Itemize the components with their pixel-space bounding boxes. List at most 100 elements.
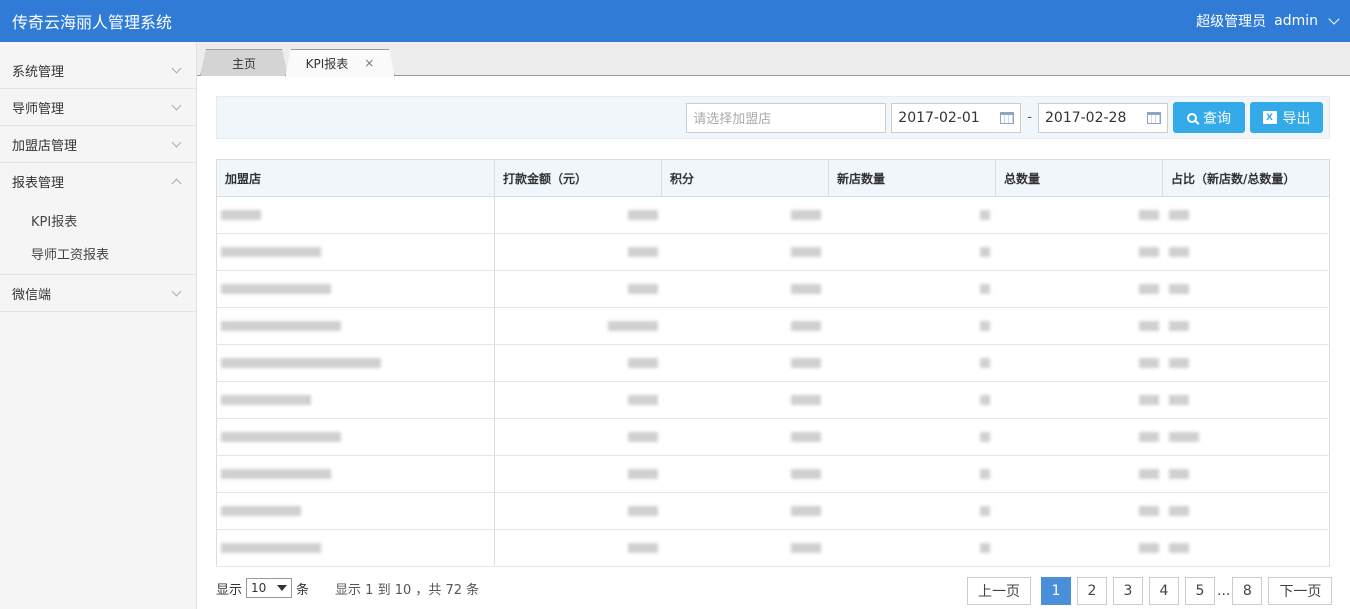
table-cell — [216, 455, 495, 493]
obscured-value — [979, 469, 990, 479]
start-date-input[interactable]: 2017-02-01 — [891, 102, 1022, 133]
obscured-value — [1168, 358, 1189, 368]
col-header-total[interactable]: 总数量 — [995, 159, 1163, 197]
table-cell — [1162, 233, 1330, 271]
col-header-ratio[interactable]: 占比（新店数/总数量） — [1162, 159, 1330, 197]
obscured-value — [627, 358, 658, 368]
obscured-value — [627, 506, 658, 516]
sidebar-item-reports[interactable]: 报表管理 — [0, 163, 196, 200]
tab-kpi-report[interactable]: KPI报表 × — [285, 49, 395, 77]
col-header-amount[interactable]: 打款金额（元） — [494, 159, 662, 197]
table-cell — [828, 270, 996, 308]
page-button-5[interactable]: 5 — [1185, 577, 1215, 605]
page-button-2[interactable]: 2 — [1077, 577, 1107, 605]
obscured-value — [1138, 284, 1159, 294]
table-cell — [828, 418, 996, 456]
top-header: 传奇云海丽人管理系统 超级管理员 admin — [0, 0, 1350, 42]
obscured-value — [627, 284, 658, 294]
table-row — [216, 270, 1330, 308]
app-title: 传奇云海丽人管理系统 — [12, 13, 173, 32]
query-button[interactable]: 查询 — [1173, 102, 1245, 133]
table-cell — [661, 307, 829, 345]
page-button-4[interactable]: 4 — [1149, 577, 1179, 605]
tab-home[interactable]: 主页 — [200, 49, 288, 76]
page-size-select[interactable]: 10 — [246, 578, 293, 598]
table-row — [216, 307, 1330, 345]
query-label: 查询 — [1203, 110, 1231, 127]
table-cell — [216, 492, 495, 530]
col-header-new-shops[interactable]: 新店数量 — [828, 159, 996, 197]
obscured-value — [979, 321, 990, 331]
next-page-button[interactable]: 下一页 — [1268, 577, 1333, 605]
main-content: 主页 KPI报表 × 请选择加盟店 2017-02-01 - 2017-02-2… — [197, 42, 1350, 609]
page-button-3[interactable]: 3 — [1113, 577, 1143, 605]
obscured-value — [627, 247, 658, 257]
obscured-value — [1138, 321, 1159, 331]
table-cell — [828, 344, 996, 382]
table-cell — [494, 233, 662, 271]
obscured-value — [979, 358, 990, 368]
obscured-value — [221, 210, 261, 220]
tab-bar: 主页 KPI报表 × — [197, 42, 1350, 76]
table-cell — [216, 196, 495, 234]
table-cell — [661, 492, 829, 530]
obscured-value — [221, 395, 311, 405]
obscured-value — [627, 395, 658, 405]
obscured-value — [627, 543, 658, 553]
end-date-value: 2017-02-28 — [1045, 109, 1127, 126]
sidebar-item-mentor[interactable]: 导师管理 — [0, 89, 196, 126]
pagination: 上一页 1 2 3 4 5 ... 8 下一页 — [967, 577, 1333, 605]
reports-submenu: KPI报表 导师工资报表 — [0, 200, 196, 275]
sidebar-subitem-kpi-report[interactable]: KPI报表 — [0, 204, 196, 237]
close-icon[interactable]: × — [364, 56, 374, 70]
chevron-down-icon — [171, 100, 182, 110]
table-cell — [828, 196, 996, 234]
obscured-value — [1138, 210, 1159, 220]
col-header-shop[interactable]: 加盟店 — [216, 159, 495, 197]
calendar-icon[interactable] — [1000, 111, 1015, 124]
calendar-icon[interactable] — [1147, 111, 1161, 124]
obscured-value — [627, 432, 658, 442]
table-cell — [661, 381, 829, 419]
table-cell — [216, 381, 495, 419]
obscured-value — [221, 358, 381, 368]
table-cell — [828, 492, 996, 530]
page-button-1[interactable]: 1 — [1041, 577, 1071, 605]
obscured-value — [221, 432, 341, 442]
table-cell — [828, 233, 996, 271]
sidebar-subitem-mentor-salary-report[interactable]: 导师工资报表 — [0, 237, 196, 270]
user-menu[interactable]: 超级管理员 admin — [1196, 11, 1340, 31]
page-button-last[interactable]: 8 — [1232, 577, 1263, 605]
table-cell — [995, 529, 1163, 567]
dropdown-arrow-icon — [277, 585, 288, 591]
sidebar-item-system[interactable]: 系统管理 — [0, 42, 196, 89]
table-cell — [216, 233, 495, 271]
sidebar-item-wechat[interactable]: 微信端 — [0, 275, 196, 312]
obscured-value — [1168, 395, 1189, 405]
obscured-value — [790, 506, 821, 516]
shop-select-input[interactable]: 请选择加盟店 — [686, 102, 887, 133]
obscured-value — [790, 432, 821, 442]
table-row — [216, 529, 1330, 567]
table-cell — [828, 381, 996, 419]
chevron-down-icon — [171, 286, 182, 296]
table-header-row: 加盟店 打款金额（元） 积分 新店数量 总数量 占比（新店数/总数量） — [216, 159, 1330, 197]
obscured-value — [790, 284, 821, 294]
page-size-value: 10 — [251, 581, 267, 595]
table-cell — [661, 344, 829, 382]
obscured-value — [1168, 543, 1189, 553]
obscured-value — [1168, 506, 1189, 516]
obscured-value — [1168, 469, 1189, 479]
unit-label: 条 — [296, 582, 310, 598]
end-date-input[interactable]: 2017-02-28 — [1038, 102, 1168, 133]
obscured-value — [979, 395, 990, 405]
sidebar-item-franchise[interactable]: 加盟店管理 — [0, 126, 196, 163]
export-button[interactable]: X 导出 — [1250, 102, 1323, 133]
obscured-value — [1138, 358, 1159, 368]
obscured-value — [979, 543, 990, 553]
prev-page-button[interactable]: 上一页 — [967, 577, 1031, 605]
table-row — [216, 233, 1330, 271]
obscured-value — [221, 506, 301, 516]
col-header-points[interactable]: 积分 — [661, 159, 829, 197]
table-cell — [216, 307, 495, 345]
